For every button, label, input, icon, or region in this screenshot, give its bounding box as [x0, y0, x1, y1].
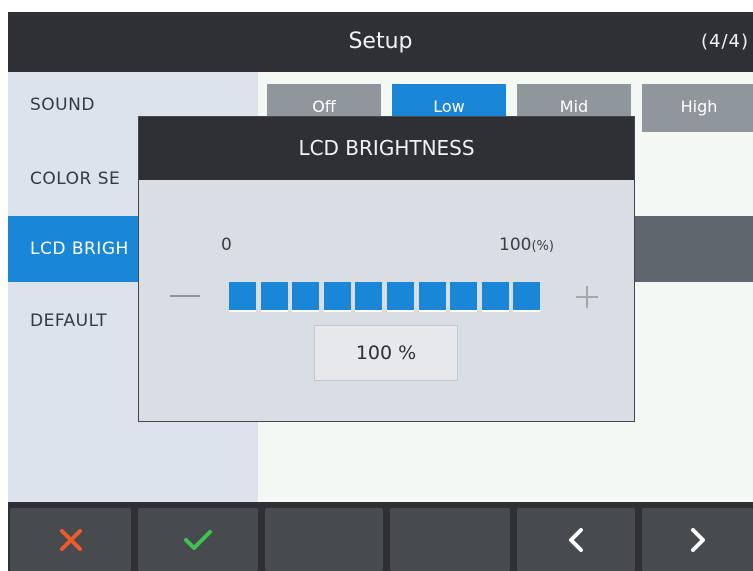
page-title: Setup [348, 29, 413, 54]
level-segment[interactable] [387, 282, 414, 312]
level-segment[interactable] [355, 282, 382, 312]
scale-max-label: 100(%) [499, 235, 554, 255]
blank-button-2 [390, 508, 510, 571]
bottom-toolbar [8, 502, 753, 571]
level-segment[interactable] [482, 282, 509, 312]
level-segment[interactable] [513, 282, 540, 312]
increase-button[interactable] [569, 282, 605, 312]
confirm-button[interactable] [138, 508, 258, 571]
scale-max-value: 100 [499, 235, 532, 255]
lcd-brightness-dialog: LCD BRIGHTNESS 0 100(%) 100 % [138, 116, 635, 422]
sound-option-high[interactable]: High [642, 84, 753, 132]
level-segment[interactable] [419, 282, 446, 312]
page-indicator: (4/4) [700, 31, 749, 52]
dialog-title: LCD BRIGHTNESS [139, 117, 634, 180]
brightness-level-bar[interactable] [229, 282, 545, 312]
minus-icon [170, 295, 200, 297]
check-icon [184, 529, 212, 550]
scale-min-label: 0 [221, 235, 232, 255]
chevron-right-icon [690, 527, 705, 552]
plus-icon [576, 286, 598, 308]
blank-button-1 [265, 508, 383, 571]
cancel-button[interactable] [10, 508, 131, 571]
next-button[interactable] [642, 508, 753, 571]
previous-button[interactable] [517, 508, 635, 571]
decrease-button[interactable] [167, 282, 203, 312]
level-segment[interactable] [261, 282, 288, 312]
level-segment[interactable] [229, 282, 256, 312]
level-segment[interactable] [292, 282, 319, 312]
brightness-value: 100 % [314, 325, 458, 381]
scale-unit: (%) [531, 239, 554, 254]
level-segment[interactable] [450, 282, 477, 312]
level-segment[interactable] [324, 282, 351, 312]
title-bar: Setup (4/4) [8, 12, 753, 72]
chevron-left-icon [569, 527, 583, 552]
close-icon [59, 528, 82, 551]
